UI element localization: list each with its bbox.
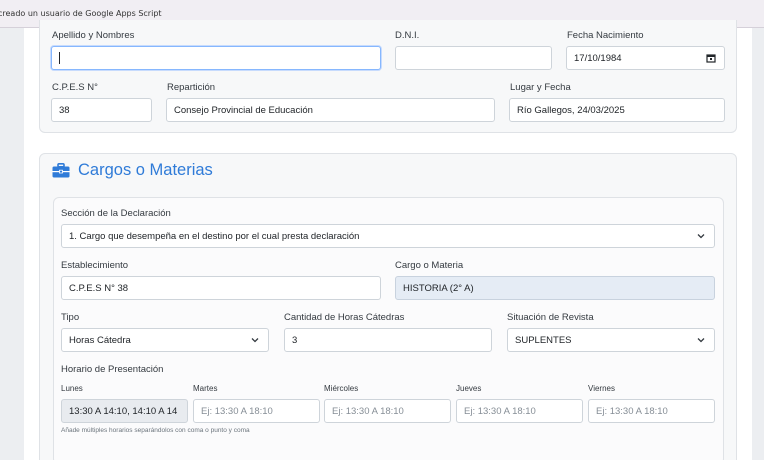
horario-martes-input[interactable]: Ej: 13:30 A 18:10 — [193, 399, 320, 423]
revista-value: SUPLENTES — [515, 334, 572, 346]
cargo-materia-label: Cargo o Materia — [395, 260, 464, 271]
reparticion-label: Repartición — [167, 82, 216, 93]
briefcase-icon — [52, 163, 70, 178]
cpes-input[interactable]: 38 — [51, 98, 152, 122]
dni-input[interactable] — [395, 46, 552, 70]
horas-label: Cantidad de Horas Cátedras — [284, 312, 405, 323]
apellido-input[interactable] — [51, 46, 381, 70]
dni-label: D.N.I. — [395, 30, 420, 41]
fecha-nacimiento-input[interactable]: 17/10/1984 — [566, 46, 725, 70]
cargo-materia-input: HISTORIA (2° A) — [395, 276, 715, 300]
tipo-value: Horas Cátedra — [69, 334, 131, 346]
chevron-down-icon — [697, 234, 705, 239]
revista-label: Situación de Revista — [507, 312, 594, 323]
chevron-down-icon — [697, 338, 705, 343]
horario-lunes-input[interactable]: 13:30 A 14:10, 14:10 A 14 — [61, 399, 188, 423]
day-label-martes: Martes — [193, 384, 218, 393]
tipo-select[interactable]: Horas Cátedra — [61, 328, 269, 352]
calendar-icon[interactable] — [706, 53, 716, 63]
cargos-title: Cargos o Materias — [78, 161, 213, 179]
horario-label: Horario de Presentación — [61, 364, 164, 375]
day-label-miercoles: Miércoles — [324, 384, 359, 393]
revista-select[interactable]: SUPLENTES — [507, 328, 715, 352]
day-label-jueves: Jueves — [456, 384, 482, 393]
apellido-label: Apellido y Nombres — [52, 30, 135, 41]
day-label-viernes: Viernes — [588, 384, 615, 393]
cargos-section-header: Cargos o Materias — [52, 161, 213, 180]
day-label-lunes: Lunes — [61, 384, 83, 393]
lugar-fecha-input[interactable]: Río Gallegos, 24/03/2025 — [509, 98, 725, 122]
banner-text: creado un usuario de Google Apps Script — [0, 9, 162, 18]
establecimiento-input[interactable]: C.P.E.S N° 38 — [61, 276, 381, 300]
chevron-down-icon — [251, 338, 259, 343]
text-caret — [59, 52, 60, 64]
horario-miercoles-input[interactable]: Ej: 13:30 A 18:10 — [324, 399, 451, 423]
cpes-label: C.P.E.S N° — [52, 82, 98, 93]
horario-hint: Añade múltiples horarios separándolos co… — [61, 427, 250, 434]
fecha-nacimiento-label: Fecha Nacimiento — [567, 30, 644, 41]
horario-jueves-input[interactable]: Ej: 13:30 A 18:10 — [456, 399, 583, 423]
fecha-nacimiento-value: 17/10/1984 — [574, 52, 622, 64]
seccion-select[interactable]: 1. Cargo que desempeña en el destino por… — [61, 224, 715, 248]
seccion-label: Sección de la Declaración — [61, 208, 171, 219]
horas-input[interactable]: 3 — [284, 328, 492, 352]
lugar-fecha-label: Lugar y Fecha — [510, 82, 571, 93]
reparticion-input[interactable]: Consejo Provincial de Educación — [166, 98, 495, 122]
tipo-label: Tipo — [61, 312, 80, 323]
horario-viernes-input[interactable]: Ej: 13:30 A 18:10 — [588, 399, 715, 423]
establecimiento-label: Establecimiento — [61, 260, 129, 271]
seccion-value: 1. Cargo que desempeña en el destino por… — [69, 230, 360, 242]
